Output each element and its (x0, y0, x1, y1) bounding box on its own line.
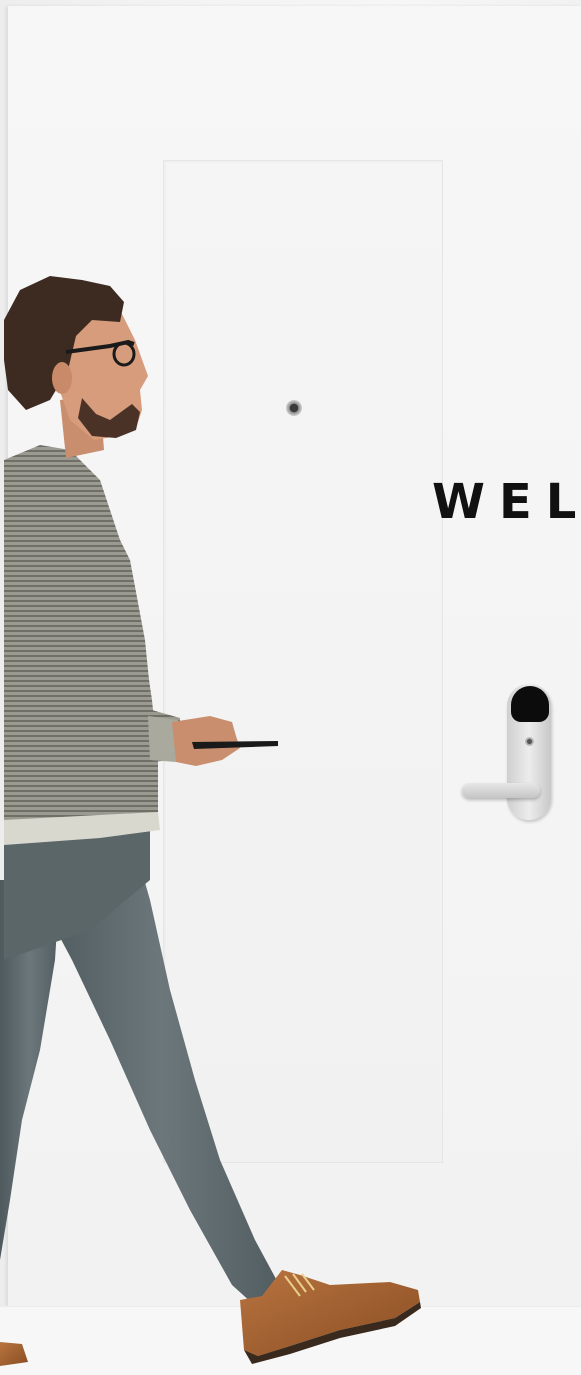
back-boot (0, 1342, 28, 1366)
hand (172, 716, 240, 766)
hero-scene: WELC (0, 0, 581, 1375)
walking-man-illustration (0, 276, 421, 1366)
